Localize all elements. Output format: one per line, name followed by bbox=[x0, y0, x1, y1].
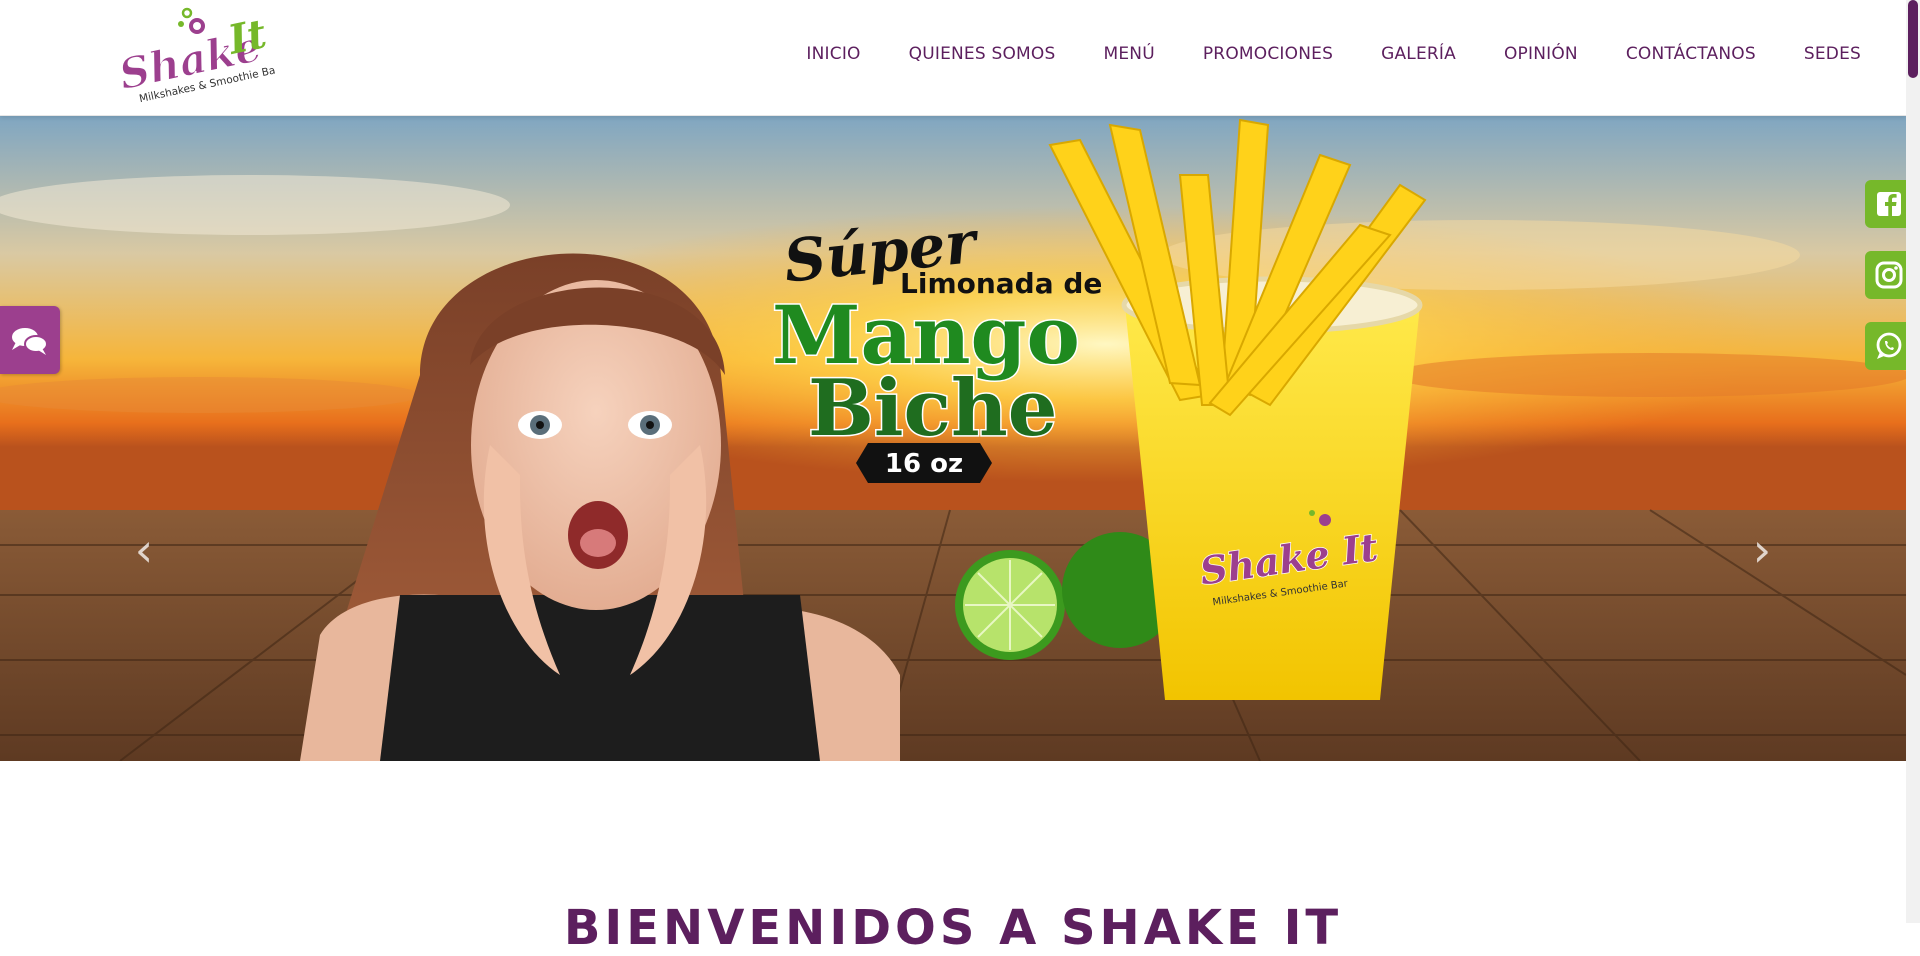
nav-item-sedes[interactable]: SEDES bbox=[1804, 44, 1861, 64]
nav-item-menu[interactable]: MENÚ bbox=[1103, 44, 1154, 64]
welcome-title: BIENVENIDOS A SHAKE IT bbox=[563, 900, 1343, 956]
hero-slider: Súper Limonada de Mango Biche 16 oz Shak… bbox=[0, 115, 1906, 761]
brand-logo[interactable]: Shake It Milkshakes & Smoothie Bar bbox=[114, 4, 281, 112]
scrollbar-thumb[interactable] bbox=[1908, 0, 1918, 78]
hero-banner-image: Súper Limonada de Mango Biche 16 oz Shak… bbox=[0, 115, 1906, 761]
nav-item-contactanos[interactable]: CONTÁCTANOS bbox=[1626, 44, 1756, 64]
svg-text:16 oz: 16 oz bbox=[885, 449, 963, 479]
nav-item-quienes-somos[interactable]: QUIENES SOMOS bbox=[909, 44, 1056, 64]
site-header: Shake It Milkshakes & Smoothie Bar INICI… bbox=[0, 0, 1906, 116]
shake-it-logo-icon: Shake It Milkshakes & Smoothie Bar bbox=[114, 7, 281, 105]
nav-item-opinion[interactable]: OPINIÓN bbox=[1504, 44, 1578, 64]
svg-text:Biche: Biche bbox=[808, 363, 1057, 454]
nav-item-promociones[interactable]: PROMOCIONES bbox=[1203, 44, 1333, 64]
nav-item-inicio[interactable]: INICIO bbox=[806, 44, 860, 64]
nav-item-galeria[interactable]: GALERÍA bbox=[1381, 44, 1456, 64]
carousel-next-button[interactable]: › bbox=[1742, 520, 1782, 580]
carousel-prev-button[interactable]: ‹ bbox=[124, 520, 164, 580]
chat-tab-button[interactable] bbox=[0, 306, 60, 374]
chat-icon bbox=[12, 328, 48, 355]
main-nav: INICIO QUIENES SOMOS MENÚ PROMOCIONES GA… bbox=[758, 44, 1861, 64]
page-scrollbar[interactable] bbox=[1906, 0, 1920, 923]
